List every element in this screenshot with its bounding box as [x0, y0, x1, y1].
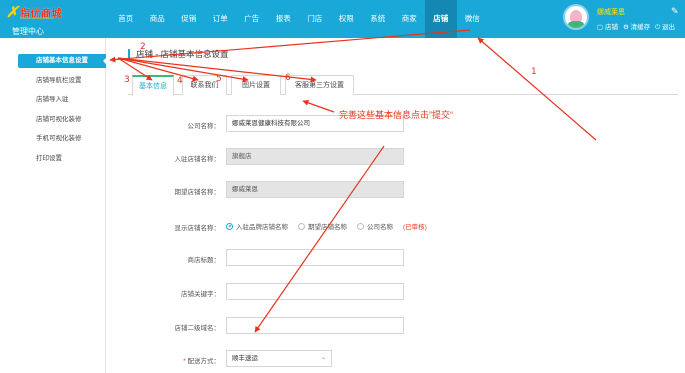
- required-marker: *: [183, 358, 186, 365]
- display-name-options: 入驻品牌店铺名称 期望店铺名称 公司名称 (已审核): [226, 221, 427, 231]
- annotation-note: 完善这些基本信息点击”提交“: [339, 110, 453, 120]
- annotation-number-3: 3: [124, 75, 130, 85]
- edit-icon[interactable]: ✎: [671, 7, 680, 16]
- annotation-number-1: 1: [531, 67, 537, 77]
- sidebar-item-print[interactable]: 打印设置: [18, 152, 106, 166]
- radio-company-name[interactable]: 公司名称: [357, 221, 393, 231]
- keywords-input[interactable]: [226, 283, 404, 300]
- nav-item-goods[interactable]: 商品: [142, 0, 174, 38]
- expect-name-label: 期望店铺名称：: [174, 189, 221, 196]
- user-links: ▢ 店铺 ⚙ 清缓存 ⏻ 退出: [597, 21, 675, 32]
- expect-name-row: 期望店铺名称： 娜威莱恩: [130, 181, 550, 199]
- shop-title-input[interactable]: [226, 249, 404, 266]
- annotation-number-4: 4: [177, 76, 183, 86]
- domain-row: 店铺二级域名：: [130, 317, 550, 335]
- annotation-number-5: 5: [216, 74, 222, 84]
- sidebar-item-mobile-decor[interactable]: 手机可视化装修: [18, 132, 106, 146]
- delivery-label-text: 配送方式：: [187, 358, 221, 365]
- radio-unchecked-icon: [298, 222, 305, 230]
- logout-link[interactable]: ⏻ 退出: [655, 21, 675, 32]
- nav-item-reports[interactable]: 报表: [268, 0, 300, 38]
- nav-item-orders[interactable]: 订单: [205, 0, 237, 38]
- nav-item-stores[interactable]: 门店: [299, 0, 331, 38]
- avatar[interactable]: [563, 4, 589, 30]
- nav-item-home[interactable]: 首页: [110, 0, 142, 38]
- logout-label: 退出: [662, 24, 676, 31]
- nav-item-shop[interactable]: 店铺: [425, 0, 457, 38]
- expect-name-input: 娜威莱恩: [226, 181, 404, 198]
- tab-images[interactable]: 图片设置: [231, 75, 281, 95]
- arrow-down: [254, 145, 385, 333]
- tab-basic-info[interactable]: 基本信息: [132, 75, 174, 96]
- radio-brand-shop-name[interactable]: 入驻品牌店铺名称: [226, 221, 288, 231]
- shop-title-row: 商店标题：: [130, 249, 550, 267]
- user-name: 娜威莱恩: [597, 9, 625, 16]
- radio-brand-shop-name-label: 入驻品牌店铺名称: [236, 224, 288, 231]
- delivery-label: * 配送方式：: [183, 355, 220, 365]
- radio-expect-shop-name[interactable]: 期望店铺名称: [298, 221, 347, 231]
- company-label: 公司名称：: [187, 123, 221, 130]
- keywords-row: 店铺关键字：: [130, 283, 550, 301]
- logo-subtext: ZHIYOU SHANGCHENG: [20, 16, 54, 20]
- shop-name-input: 旗舰店: [226, 148, 404, 165]
- shop-link[interactable]: ▢ 店铺: [597, 21, 618, 32]
- delivery-row: * 配送方式： 顺丰速运 ⌄: [130, 350, 550, 368]
- logo[interactable]: ✗ 指优商城 ZHIYOU SHANGCHENG 管理中心: [6, 2, 86, 36]
- radio-expect-shop-name-label: 期望店铺名称: [308, 224, 347, 231]
- arrow-note: [302, 99, 335, 113]
- chevron-down-icon: ⌄: [320, 355, 326, 361]
- nav-item-ads[interactable]: 广告: [236, 0, 268, 38]
- audit-status: (已审核): [403, 224, 427, 231]
- radio-unchecked-icon: [357, 222, 364, 230]
- nav-item-system[interactable]: 系统: [362, 0, 394, 38]
- domain-input[interactable]: [226, 317, 404, 334]
- nav-item-merchants[interactable]: 商家: [394, 0, 426, 38]
- tab-bar: 基本信息 联系我们 图片设置 客服第三方设置: [128, 75, 678, 96]
- tab-customer-service[interactable]: 客服第三方设置: [285, 75, 354, 95]
- nav-item-wechat[interactable]: 微信: [457, 0, 489, 38]
- keywords-label: 店铺关键字：: [181, 291, 220, 298]
- display-name-label: 显示店铺名称：: [174, 225, 221, 232]
- top-bar: ✗ 指优商城 ZHIYOU SHANGCHENG 管理中心 首页 商品 促销 订…: [0, 0, 685, 38]
- nav-item-permissions[interactable]: 权限: [331, 0, 363, 38]
- clear-cache-label: 清缓存: [630, 24, 651, 31]
- shop-title-label: 商店标题：: [187, 257, 221, 264]
- sidebar-item-visual-decor[interactable]: 店铺可视化装修: [18, 113, 106, 127]
- sidebar-item-shop-import[interactable]: 店铺导入驻: [18, 93, 106, 107]
- radio-company-name-label: 公司名称: [367, 224, 393, 231]
- shop-name-row: 入驻店铺名称： 旗舰店: [130, 148, 550, 166]
- radio-checked-icon: [226, 222, 233, 230]
- page-title: 店铺 - 店铺基本信息设置: [136, 49, 229, 59]
- title-marker: [128, 49, 130, 60]
- panel-label: 管理中心: [12, 27, 44, 36]
- logo-icon: ✗: [6, 3, 19, 21]
- shop-name-label: 入驻店铺名称：: [174, 156, 221, 163]
- annotation-number-2: 2: [140, 42, 146, 52]
- domain-label: 店铺二级域名：: [174, 325, 221, 332]
- sidebar-item-shop-nav[interactable]: 店铺导航栏设置: [18, 74, 106, 88]
- display-name-row: 显示店铺名称： 入驻品牌店铺名称 期望店铺名称 公司名称 (已审核): [130, 217, 550, 235]
- annotation-number-6: 6: [285, 73, 291, 83]
- nav-item-promotion[interactable]: 促销: [173, 0, 205, 38]
- sidebar-item-shop-basic-info[interactable]: 店铺基本信息设置: [18, 54, 107, 68]
- delivery-select[interactable]: 顺丰速运 ⌄: [226, 350, 332, 367]
- page-title-bar: 店铺 - 店铺基本信息设置: [128, 47, 678, 61]
- sidebar: 店铺基本信息设置 店铺导航栏设置 店铺导入驻 店铺可视化装修 手机可视化装修 打…: [0, 38, 107, 373]
- clear-cache-link[interactable]: ⚙ 清缓存: [623, 21, 650, 32]
- shop-link-label: 店铺: [604, 24, 618, 31]
- main-nav: 首页 商品 促销 订单 广告 报表 门店 权限 系统 商家 店铺 微信: [110, 0, 488, 38]
- delivery-select-value: 顺丰速运: [232, 355, 258, 362]
- avatar-body: [568, 21, 584, 28]
